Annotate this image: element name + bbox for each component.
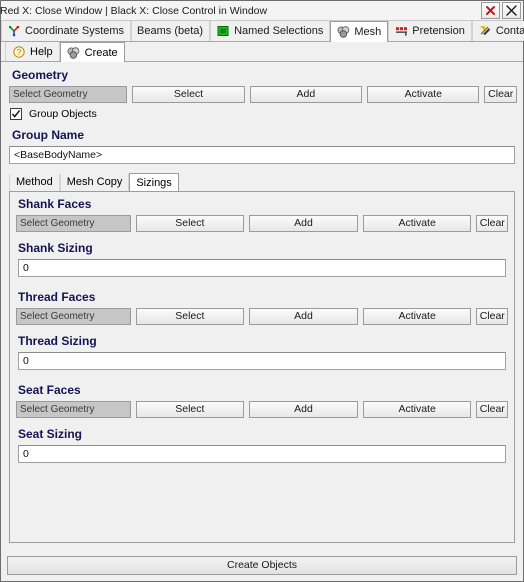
window-controls bbox=[479, 2, 523, 19]
contacts-icon bbox=[478, 24, 492, 38]
shank-sizing-heading: Shank Sizing bbox=[18, 241, 93, 255]
title-bar: Red X: Close Window | Black X: Close Con… bbox=[0, 1, 523, 21]
subtab-label: Help bbox=[30, 45, 53, 58]
shank-select-button[interactable]: Select bbox=[135, 215, 245, 232]
subtab-create[interactable]: Create bbox=[59, 42, 125, 62]
tab-label: Beams (beta) bbox=[137, 25, 204, 37]
subtab-help[interactable]: ? Help bbox=[5, 42, 60, 61]
seat-faces-picker-row: Select Geometry Select Add Activate Clea… bbox=[16, 401, 508, 418]
tab-label: Coordinate Systems bbox=[25, 25, 125, 37]
pretension-icon bbox=[394, 24, 408, 38]
coordinate-systems-icon bbox=[7, 24, 21, 38]
create-panel: Geometry Select Geometry Select Add Acti… bbox=[1, 62, 523, 552]
shank-select-field[interactable]: Select Geometry bbox=[16, 215, 131, 232]
tab-named-selections[interactable]: Named Selections bbox=[210, 21, 331, 41]
shank-faces-heading: Shank Faces bbox=[18, 197, 92, 211]
thread-add-button[interactable]: Add bbox=[249, 308, 358, 325]
thread-sizing-input[interactable]: 0 bbox=[18, 352, 506, 370]
seat-select-button[interactable]: Select bbox=[135, 401, 245, 418]
geometry-clear-button[interactable]: Clear bbox=[484, 86, 517, 103]
footer: Create Objects bbox=[1, 552, 523, 581]
mesh-icon bbox=[336, 25, 350, 39]
svg-text:?: ? bbox=[17, 48, 22, 57]
main-tab-strip: Coordinate Systems Beams (beta) Named Se… bbox=[1, 21, 524, 42]
seat-add-button[interactable]: Add bbox=[249, 401, 358, 418]
thread-select-field[interactable]: Select Geometry bbox=[16, 308, 131, 325]
create-objects-button[interactable]: Create Objects bbox=[7, 556, 517, 575]
tab-label: Pretension bbox=[412, 25, 465, 37]
tool-window: Red X: Close Window | Black X: Close Con… bbox=[0, 0, 524, 582]
tab-label: Mesh bbox=[354, 26, 382, 38]
seat-sizing-heading: Seat Sizing bbox=[18, 427, 83, 441]
tab-contacts[interactable]: Contacts bbox=[471, 21, 524, 41]
group-name-input[interactable]: <BaseBodyName> bbox=[9, 146, 515, 164]
thread-activate-button[interactable]: Activate bbox=[362, 308, 472, 325]
shank-sizing-input[interactable]: 0 bbox=[18, 259, 506, 277]
panel-tab-method[interactable]: Method bbox=[9, 174, 60, 191]
geometry-heading: Geometry bbox=[12, 68, 69, 82]
tab-beams-beta[interactable]: Beams (beta) bbox=[131, 21, 211, 41]
red-x-icon bbox=[484, 4, 498, 18]
group-objects-label: Group Objects bbox=[29, 108, 97, 120]
geometry-add-button[interactable]: Add bbox=[249, 86, 363, 103]
sizings-panel: Shank Faces Select Geometry Select Add A… bbox=[9, 191, 515, 543]
tab-label: Contacts bbox=[495, 25, 524, 37]
subtab-label: Create bbox=[84, 46, 118, 59]
thread-clear-button[interactable]: Clear bbox=[476, 308, 508, 325]
geometry-select-field[interactable]: Select Geometry bbox=[9, 86, 128, 103]
checkbox-box bbox=[10, 108, 22, 120]
window-title: Red X: Close Window | Black X: Close Con… bbox=[0, 4, 268, 17]
group-name-heading: Group Name bbox=[12, 128, 85, 142]
sub-tab-strip: ? Help Create bbox=[1, 42, 523, 62]
shank-clear-button[interactable]: Clear bbox=[476, 215, 508, 232]
panel-tab-strip: Method Mesh Copy Sizings bbox=[9, 172, 523, 192]
help-icon: ? bbox=[12, 45, 26, 59]
seat-sizing-input[interactable]: 0 bbox=[18, 445, 506, 463]
geometry-picker-row: Select Geometry Select Add Activate Clea… bbox=[9, 86, 517, 103]
tab-pretension[interactable]: Pretension bbox=[388, 21, 472, 41]
group-objects-checkbox[interactable]: Group Objects bbox=[10, 108, 523, 120]
close-window-button[interactable] bbox=[481, 2, 500, 19]
panel-tab-mesh-copy[interactable]: Mesh Copy bbox=[59, 174, 130, 191]
named-selections-icon bbox=[216, 24, 230, 38]
tab-label: Named Selections bbox=[234, 25, 324, 37]
thread-faces-heading: Thread Faces bbox=[18, 290, 96, 304]
tab-coordinate-systems[interactable]: Coordinate Systems bbox=[1, 21, 132, 41]
panel-tab-sizings[interactable]: Sizings bbox=[129, 173, 179, 192]
shank-faces-picker-row: Select Geometry Select Add Activate Clea… bbox=[16, 215, 508, 232]
tab-mesh[interactable]: Mesh bbox=[330, 21, 389, 42]
mesh-icon bbox=[67, 46, 81, 60]
check-icon bbox=[11, 109, 21, 118]
black-x-icon bbox=[505, 4, 519, 18]
thread-sizing-heading: Thread Sizing bbox=[18, 334, 97, 348]
close-control-button[interactable] bbox=[502, 2, 521, 19]
seat-activate-button[interactable]: Activate bbox=[362, 401, 472, 418]
seat-clear-button[interactable]: Clear bbox=[476, 401, 508, 418]
seat-select-field[interactable]: Select Geometry bbox=[16, 401, 131, 418]
thread-select-button[interactable]: Select bbox=[135, 308, 245, 325]
geometry-activate-button[interactable]: Activate bbox=[367, 86, 480, 103]
shank-add-button[interactable]: Add bbox=[249, 215, 358, 232]
thread-faces-picker-row: Select Geometry Select Add Activate Clea… bbox=[16, 308, 508, 325]
shank-activate-button[interactable]: Activate bbox=[362, 215, 472, 232]
geometry-select-button[interactable]: Select bbox=[132, 86, 245, 103]
seat-faces-heading: Seat Faces bbox=[18, 383, 81, 397]
